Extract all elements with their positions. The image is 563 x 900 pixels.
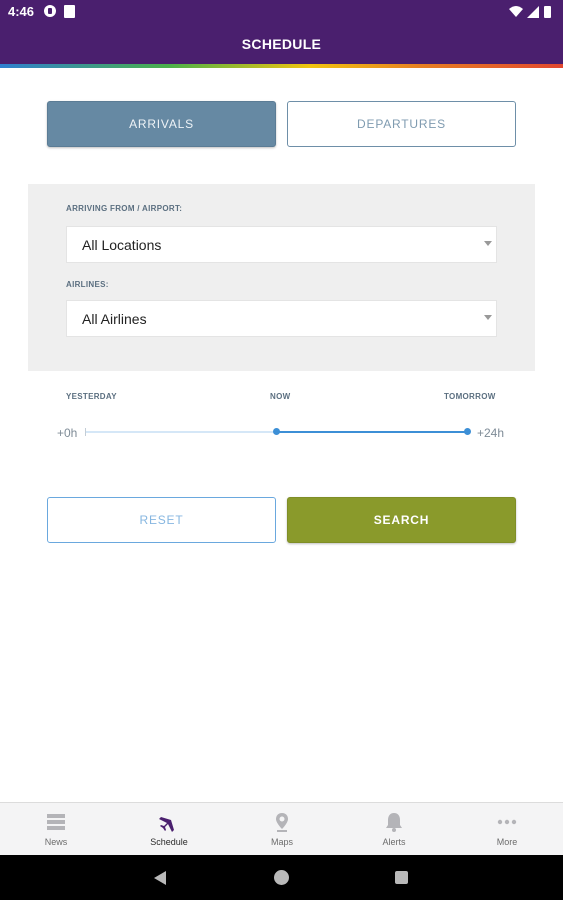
origin-select-value: All Locations xyxy=(82,237,162,253)
filter-panel: ARRIVING FROM / AIRPORT: All Locations A… xyxy=(28,184,535,371)
signal-icon xyxy=(527,6,539,18)
nav-item-news[interactable]: News xyxy=(0,803,112,856)
slider-max-text: +24h xyxy=(477,426,505,440)
back-icon[interactable] xyxy=(154,871,166,885)
origin-select[interactable]: All Locations xyxy=(66,226,497,263)
nav-label-maps: Maps xyxy=(270,837,293,847)
origin-label: ARRIVING FROM / AIRPORT: xyxy=(66,204,183,213)
arrivals-tab[interactable]: ARRIVALS xyxy=(47,101,276,147)
notification-icon xyxy=(44,5,56,17)
nav-label-more: More xyxy=(496,837,518,847)
chevron-down-icon xyxy=(484,315,492,320)
system-navigation-bar xyxy=(0,855,563,900)
search-button[interactable]: SEARCH xyxy=(287,497,516,543)
time-slider-end-handle[interactable] xyxy=(463,428,471,435)
bottom-navigation: News Schedule Maps Alerts More xyxy=(0,802,563,855)
airline-label: AIRLINES: xyxy=(66,280,109,289)
departures-tab[interactable]: DEPARTURES xyxy=(287,101,516,147)
system-status-icons xyxy=(509,6,551,18)
sd-card-icon xyxy=(64,5,75,18)
reset-button[interactable]: RESET xyxy=(47,497,276,543)
map-pin-icon xyxy=(276,813,288,832)
slider-label-yesterday: YESTERDAY xyxy=(66,392,117,401)
nav-item-alerts[interactable]: Alerts xyxy=(338,803,450,856)
time-slider-start-handle[interactable] xyxy=(273,428,280,435)
nav-item-more[interactable]: More xyxy=(451,803,563,856)
app-bar: SCHEDULE xyxy=(0,24,563,64)
slider-label-tomorrow: TOMORROW xyxy=(444,392,496,401)
slider-label-now: NOW xyxy=(270,392,291,401)
nav-label-alerts: Alerts xyxy=(382,837,406,847)
home-icon[interactable] xyxy=(274,870,289,885)
bell-icon xyxy=(386,813,402,832)
chevron-down-icon xyxy=(484,241,492,246)
airline-select-value: All Airlines xyxy=(82,311,147,327)
nav-item-schedule[interactable]: Schedule xyxy=(113,803,225,856)
status-time: 4:46 xyxy=(8,4,35,19)
status-bar: 4:46 xyxy=(0,0,563,24)
time-slider-range xyxy=(276,431,467,433)
nav-label-schedule: Schedule xyxy=(150,837,188,847)
airplane-icon xyxy=(159,813,178,832)
news-icon xyxy=(47,814,65,830)
nav-item-maps[interactable]: Maps xyxy=(226,803,338,856)
wifi-icon xyxy=(509,6,523,17)
recent-apps-icon[interactable] xyxy=(395,871,408,884)
page-title: SCHEDULE xyxy=(241,36,322,52)
slider-min-text: +0h xyxy=(57,426,78,440)
brand-stripe xyxy=(0,64,563,68)
more-dots-icon xyxy=(497,819,517,825)
nav-label-news: News xyxy=(44,837,68,847)
airline-select[interactable]: All Airlines xyxy=(66,300,497,337)
battery-icon xyxy=(544,6,551,18)
